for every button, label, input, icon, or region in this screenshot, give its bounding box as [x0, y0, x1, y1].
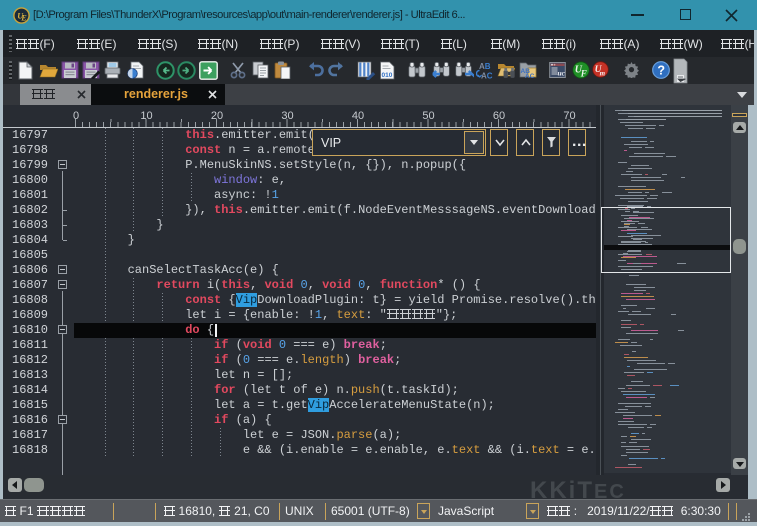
svg-text:uc: uc: [558, 69, 566, 78]
svg-text:AC: AC: [525, 73, 535, 79]
svg-text:AB: AB: [479, 62, 491, 71]
svg-text:F: F: [580, 69, 587, 79]
svg-text:m: m: [600, 70, 606, 78]
svg-text:010: 010: [382, 72, 393, 79]
svg-text:E: E: [20, 13, 27, 22]
svg-text:?: ?: [657, 64, 665, 78]
svg-text:AC: AC: [481, 72, 493, 81]
